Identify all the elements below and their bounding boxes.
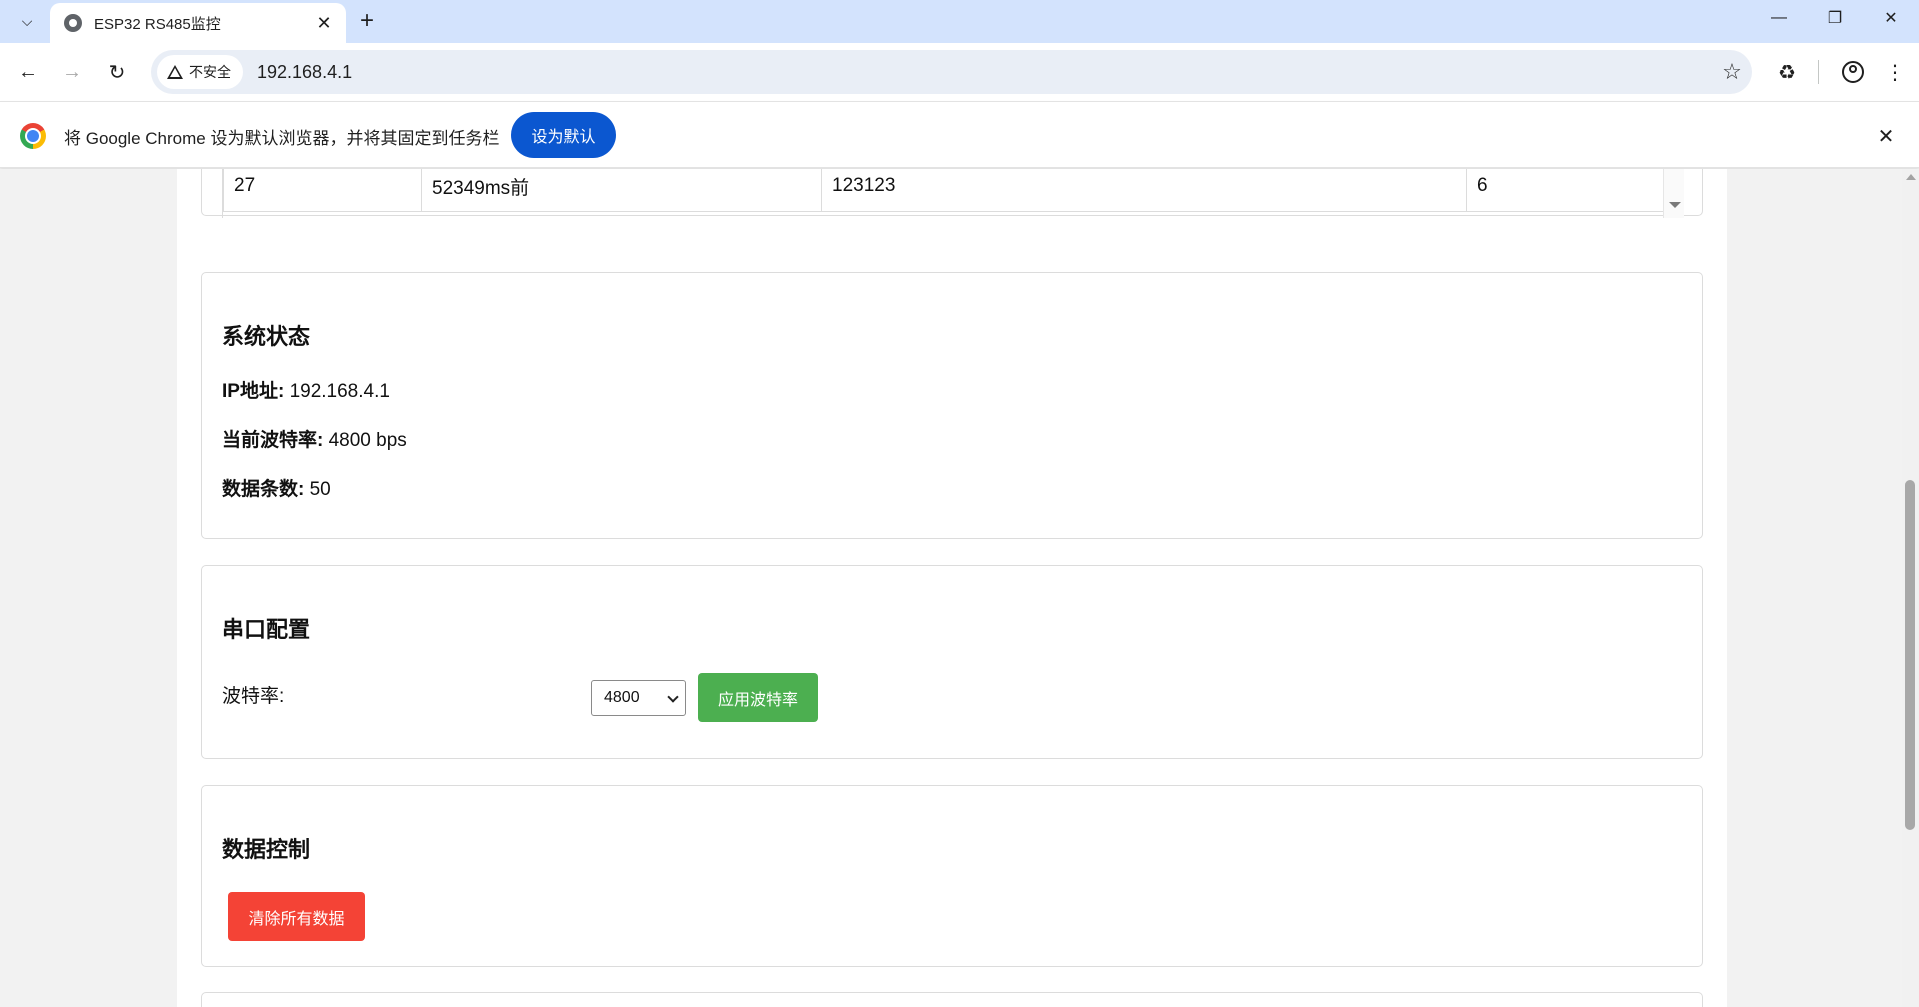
page-container: 27 52349ms前 123123 6 系统状态 IP地址: 192.168.… [177,169,1727,1007]
current-baud-line: 当前波特率: 4800 bps [222,425,407,452]
new-tab-button[interactable]: + [352,6,382,36]
serial-config-card: 串口配置 波特率: 4800 应用波特率 [201,565,1703,759]
page-viewport: 27 52349ms前 123123 6 系统状态 IP地址: 192.168.… [0,169,1902,1007]
clear-all-data-button[interactable]: 清除所有数据 [228,892,365,941]
table-row: 27 52349ms前 123123 6 [223,169,1664,212]
scroll-down-icon[interactable] [1669,202,1681,208]
scroll-up-icon[interactable] [1906,174,1916,180]
data-table-wrapper[interactable]: 27 52349ms前 123123 6 [222,169,1684,218]
page-scrollbar[interactable] [1902,169,1919,1007]
data-count-line: 数据条数: 50 [222,474,331,501]
chevron-down-icon [667,691,679,703]
data-count-value: 50 [309,479,331,500]
ip-address-value: 192.168.4.1 [289,381,390,402]
chevron-down-icon[interactable]: ⌵ [12,6,42,36]
table-scrollbar[interactable] [1663,169,1684,218]
default-browser-infobar: 将 Google Chrome 设为默认浏览器，并将其固定到任务栏 设为默认 ✕ [0,101,1919,168]
profile-button[interactable] [1837,56,1869,88]
kebab-menu-icon[interactable]: ⋮ [1879,56,1911,88]
system-status-heading: 系统状态 [222,324,311,349]
data-table: 27 52349ms前 123123 6 [223,169,1664,212]
apply-baud-button[interactable]: 应用波特率 [698,673,818,722]
close-window-icon[interactable]: ✕ [1863,0,1919,36]
security-label: 不安全 [189,64,231,80]
data-control-heading: 数据控制 [222,837,311,862]
address-bar[interactable]: 不安全 192.168.4.1 ☆ [151,50,1752,94]
table-cell-length: 6 [1466,169,1664,212]
tab-title: ESP32 RS485监控 [94,15,221,33]
arrow-left-icon[interactable]: ← [12,56,44,88]
set-default-button[interactable]: 设为默认 [511,112,616,158]
ip-address-label: IP地址: [222,381,285,402]
minimize-icon[interactable]: — [1751,0,1807,36]
current-baud-label: 当前波特率: [222,430,324,451]
chrome-logo-icon [20,123,46,149]
baud-rate-label: 波特率: [222,686,285,707]
next-card [201,992,1703,1007]
table-cell-data: 123123 [821,169,1467,212]
ip-address-line: IP地址: 192.168.4.1 [222,376,390,403]
data-table-card: 27 52349ms前 123123 6 [201,169,1703,218]
baud-rate-selected-value: 4800 [604,689,640,706]
data-control-card: 数据控制 清除所有数据 [201,785,1703,967]
arrow-right-icon[interactable]: → [56,56,88,88]
puzzle-icon[interactable]: ♻ [1771,56,1803,88]
security-chip[interactable]: 不安全 [157,55,243,89]
url-text[interactable]: 192.168.4.1 [257,62,1712,83]
baud-rate-select[interactable]: 4800 [591,680,686,716]
scrollbar-thumb[interactable] [1905,480,1915,830]
tab-strip: ⌵ ESP32 RS485监控 ✕ + — ❐ ✕ [0,0,1919,43]
current-baud-value: 4800 bps [328,430,407,451]
close-icon[interactable]: ✕ [312,13,336,34]
globe-icon [64,14,82,32]
reload-icon[interactable]: ↻ [101,56,133,88]
star-icon[interactable]: ☆ [1712,59,1752,85]
infobar-message: 将 Google Chrome 设为默认浏览器，并将其固定到任务栏 [64,129,500,148]
active-tab[interactable]: ESP32 RS485监控 ✕ [50,3,346,43]
profile-icon [1842,61,1864,83]
toolbar-divider [1818,60,1819,84]
serial-config-heading: 串口配置 [222,617,311,642]
system-status-card: 系统状态 IP地址: 192.168.4.1 当前波特率: 4800 bps 数… [201,272,1703,539]
table-cell-id: 27 [223,169,422,212]
browser-toolbar: ← → ↻ 不安全 192.168.4.1 ☆ ♻ ⋮ [0,43,1919,101]
table-cell-time: 52349ms前 [421,169,822,212]
close-icon[interactable]: ✕ [1870,120,1902,152]
restore-icon[interactable]: ❐ [1807,0,1863,36]
data-count-label: 数据条数: [222,479,305,500]
warning-icon [167,65,183,79]
